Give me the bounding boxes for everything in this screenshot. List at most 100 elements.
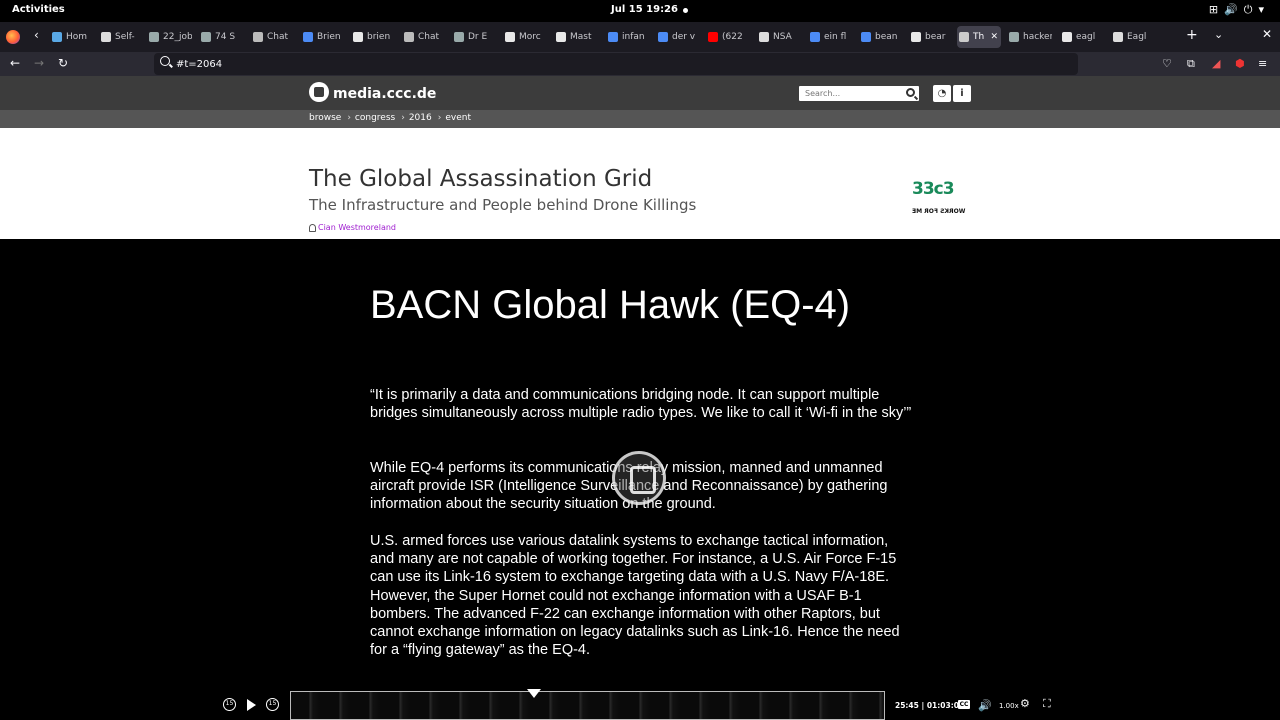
captions-button[interactable]: CC bbox=[958, 700, 970, 709]
tab-label: Chat bbox=[418, 32, 440, 42]
browser-tab[interactable]: Th ✕ bbox=[957, 26, 1001, 48]
list-all-tabs-button[interactable]: ⌄ bbox=[1214, 28, 1223, 41]
browser-tab[interactable]: Eagl bbox=[1111, 26, 1151, 48]
browser-tab[interactable]: Chat bbox=[251, 26, 291, 48]
breadcrumb-congress[interactable]: congress bbox=[355, 113, 395, 123]
time-display: 25:45 | 01:03:03 bbox=[895, 701, 965, 710]
forward-button[interactable]: → bbox=[34, 56, 44, 70]
tab-label: der v bbox=[672, 32, 696, 42]
fullscreen-icon[interactable]: ⛶ bbox=[1043, 697, 1051, 711]
url-input[interactable] bbox=[176, 56, 1056, 72]
site-search-input[interactable] bbox=[799, 86, 919, 101]
home-icon bbox=[52, 32, 62, 42]
navigation-toolbar: ← → ↻ ♡ ⧉ ◢ ⬢ ≡ bbox=[0, 52, 1280, 76]
tab-label: 22_jobs bbox=[163, 32, 192, 42]
pocket-icon[interactable]: ♡ bbox=[1162, 57, 1172, 70]
playback-speed-button[interactable]: 1.00x bbox=[999, 702, 1019, 710]
menu-icon[interactable]: ≡ bbox=[1258, 57, 1267, 70]
slide-paragraph-datalinks: U.S. armed forces use various datalink s… bbox=[370, 533, 900, 659]
event-subtitle: The Infrastructure and People behind Dro… bbox=[309, 196, 697, 214]
browser-tab[interactable]: eagl bbox=[1060, 26, 1100, 48]
tab-label: Brien bbox=[317, 32, 341, 42]
conference-logo-tagline: WORKS FOR ME bbox=[912, 208, 966, 215]
tabs-scroll-left-icon[interactable]: ‹ bbox=[34, 28, 39, 42]
google-icon bbox=[1062, 32, 1072, 42]
conference-logo-text: 33c3 bbox=[912, 179, 955, 199]
browser-tab[interactable]: Mast bbox=[554, 26, 594, 48]
tab-label: ein fl bbox=[824, 32, 847, 42]
browser-tab[interactable]: 74 S bbox=[199, 26, 239, 48]
browser-tab[interactable]: Self- bbox=[99, 26, 139, 48]
play-button[interactable] bbox=[247, 699, 256, 711]
clock[interactable]: Jul 15 19:26 bbox=[611, 4, 678, 15]
tab-label: (622 bbox=[722, 32, 743, 42]
forward-15-button[interactable]: 15 bbox=[266, 698, 279, 711]
browser-tab[interactable]: infan bbox=[606, 26, 646, 48]
new-tab-button[interactable]: + bbox=[1186, 27, 1198, 43]
search-icon[interactable] bbox=[906, 88, 915, 97]
browser-tab[interactable]: Dr E bbox=[452, 26, 492, 48]
browser-tab[interactable]: Brien bbox=[301, 26, 341, 48]
rewind-15-button[interactable]: 15 bbox=[223, 698, 236, 711]
reload-button[interactable]: ↻ bbox=[58, 56, 68, 70]
ublock-icon[interactable]: ⬢ bbox=[1235, 57, 1245, 70]
chrome-icon bbox=[303, 32, 313, 42]
video-player[interactable]: BACN Global Hawk (EQ-4) “It is primarily… bbox=[0, 239, 1280, 720]
browser-tab[interactable]: der v bbox=[656, 26, 696, 48]
wikipedia-icon bbox=[759, 32, 769, 42]
tab-label: hackers bbox=[1023, 32, 1052, 42]
google-icon bbox=[353, 32, 363, 42]
conference-logo[interactable]: 33c3 WORKS FOR ME bbox=[912, 179, 966, 215]
tab-label: Eagl bbox=[1127, 32, 1147, 42]
back-button[interactable]: ← bbox=[10, 56, 20, 70]
browser-tab[interactable]: bear bbox=[909, 26, 949, 48]
close-tab-icon[interactable]: ✕ bbox=[990, 26, 998, 48]
seek-thumb[interactable] bbox=[526, 689, 541, 698]
address-bar[interactable] bbox=[154, 53, 1078, 75]
wikipedia-icon bbox=[1113, 32, 1123, 42]
info-button[interactable]: i bbox=[953, 85, 971, 102]
tab-label: 74 S bbox=[215, 32, 236, 42]
browser-tab[interactable]: Hom bbox=[50, 26, 90, 48]
chrome-icon bbox=[810, 32, 820, 42]
volume-icon[interactable]: 🔊 bbox=[978, 699, 992, 712]
browser-tab[interactable]: NSA bbox=[757, 26, 797, 48]
slide-paragraph-quote: “It is primarily a data and communicatio… bbox=[370, 387, 912, 422]
rss-button[interactable]: ◔ bbox=[933, 85, 951, 102]
browser-tab[interactable]: brien bbox=[351, 26, 391, 48]
person-icon bbox=[309, 223, 316, 232]
page-icon bbox=[1009, 32, 1019, 42]
site-logo-text: media.ccc.de bbox=[333, 86, 437, 102]
ccc-icon bbox=[959, 32, 969, 42]
window-close-button[interactable]: ✕ bbox=[1262, 27, 1272, 41]
system-tray[interactable]: ⊞🔊⏻▾ bbox=[1209, 3, 1270, 17]
breadcrumb-2016[interactable]: 2016 bbox=[409, 113, 432, 123]
browser-tab[interactable]: bean bbox=[859, 26, 899, 48]
activities-button[interactable]: Activities bbox=[12, 4, 65, 15]
notification-dot bbox=[683, 8, 688, 13]
breadcrumb-separator: › bbox=[401, 113, 405, 123]
page-icon bbox=[454, 32, 464, 42]
chrome-icon bbox=[861, 32, 871, 42]
chrome-icon bbox=[658, 32, 668, 42]
extension-icon[interactable]: ◢ bbox=[1212, 57, 1220, 70]
player-controls: 15 15 25:45 | 01:03:03 CC 🔊 1.00x ⚙ ⛶ bbox=[0, 689, 1280, 720]
browser-tab[interactable]: Morc bbox=[503, 26, 543, 48]
browser-tab[interactable]: hackers bbox=[1007, 26, 1052, 48]
breadcrumb-browse[interactable]: browse bbox=[309, 113, 341, 123]
site-logo[interactable]: media.ccc.de bbox=[309, 82, 437, 104]
player-logo-overlay-icon[interactable] bbox=[612, 451, 666, 505]
extensions-icon[interactable]: ⧉ bbox=[1187, 57, 1195, 71]
browser-tab[interactable]: ein fl bbox=[808, 26, 848, 48]
speaker-link[interactable]: Cian Westmoreland bbox=[318, 223, 396, 232]
tab-label: NSA bbox=[773, 32, 792, 42]
settings-gear-icon[interactable]: ⚙ bbox=[1020, 697, 1030, 710]
browser-tab[interactable]: (622 bbox=[706, 26, 746, 48]
browser-tab[interactable]: 22_jobs bbox=[147, 26, 192, 48]
ccc-logo-icon bbox=[309, 82, 329, 102]
google-icon bbox=[556, 32, 566, 42]
breadcrumb-separator: › bbox=[347, 113, 351, 123]
browser-tab[interactable]: Chat bbox=[402, 26, 442, 48]
tab-label: Morc bbox=[519, 32, 541, 42]
seek-bar[interactable] bbox=[290, 689, 885, 720]
